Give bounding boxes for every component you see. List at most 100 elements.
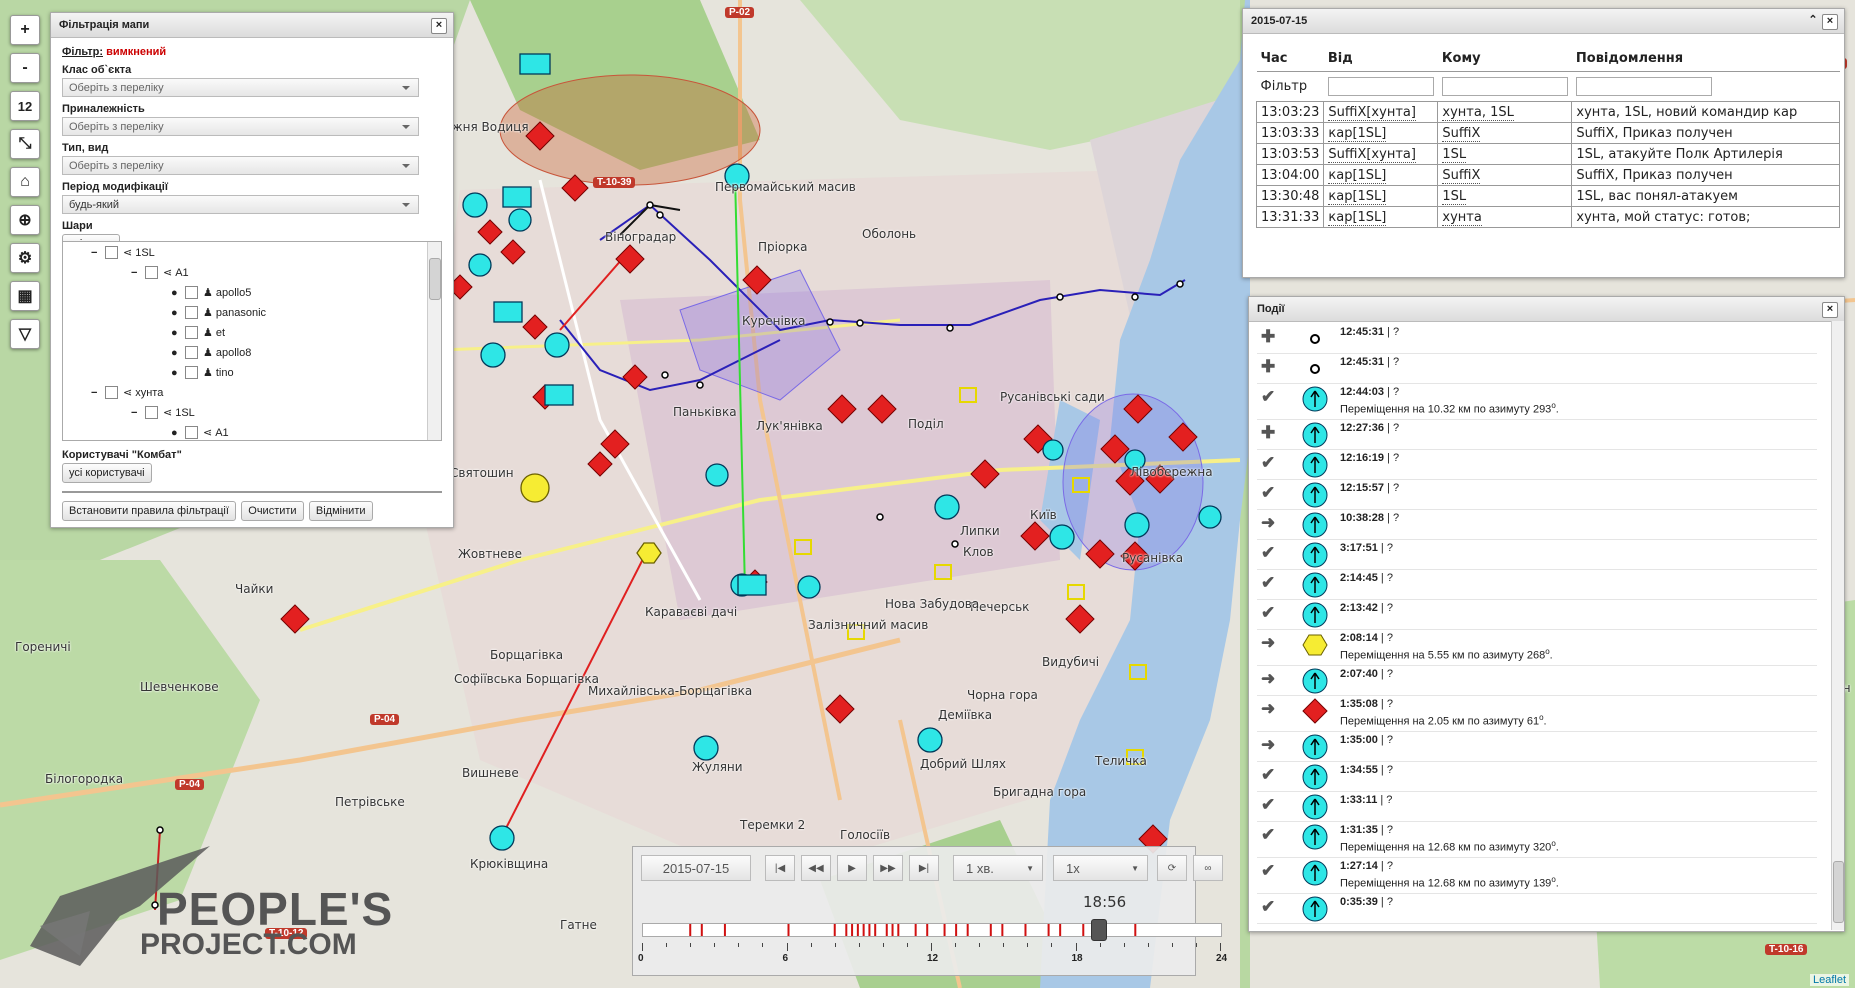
event-row[interactable]: ➜ 10:38:28 | ? <box>1257 509 1817 540</box>
fullscreen-button[interactable]: ⤡ <box>10 129 40 159</box>
event-row[interactable]: ✔ 3:17:51 | ? <box>1257 539 1817 570</box>
event-row[interactable]: ➜ 1:35:00 | ? <box>1257 731 1817 762</box>
zoom-out-button[interactable]: - <box>10 53 40 83</box>
plus-icon[interactable]: ✚ <box>1261 357 1275 377</box>
collapse-button[interactable]: ⌃ <box>1806 14 1820 28</box>
message-to[interactable]: 1SL <box>1442 146 1467 163</box>
event-row[interactable]: ✔ 1:33:11 | ? <box>1257 791 1817 822</box>
class-select[interactable]: Оберіть з переліку <box>62 78 419 97</box>
message-to[interactable]: 1SL <box>1442 188 1467 205</box>
tree-node[interactable]: − ⋖ хунта <box>91 386 163 399</box>
bullet-icon[interactable]: ● <box>171 427 181 439</box>
message-from[interactable]: кар[1SL] <box>1328 125 1387 142</box>
message-row[interactable]: 13:04:00 кар[1SL] SuffiX SuffiX, Приказ пол… <box>1255 164 1841 186</box>
check-icon[interactable]: ✔ <box>1261 825 1275 845</box>
check-icon[interactable]: ✔ <box>1261 483 1275 503</box>
unit-symbol-icon[interactable] <box>1301 451 1329 479</box>
bullet-icon[interactable]: ● <box>171 367 181 379</box>
messages-panel-close-button[interactable]: × <box>1822 14 1838 30</box>
timeline-slider-handle[interactable] <box>1090 919 1107 941</box>
event-row[interactable]: ➜ 1:35:08 | ? Переміщення на 2.05 км по ази… <box>1257 695 1817 732</box>
arrow-right-icon[interactable]: ➜ <box>1261 669 1275 689</box>
message-row[interactable]: 13:03:33 кар[1SL] SuffiX SuffiX, Приказ пол… <box>1255 122 1841 144</box>
leaflet-attribution[interactable]: Leaflet <box>1809 974 1849 986</box>
event-row[interactable]: ✔ 1:27:14 | ? Переміщення на 12.68 км по аз… <box>1257 857 1817 894</box>
event-row[interactable]: ✚ 12:27:36 | ? <box>1257 419 1817 450</box>
unit-symbol-icon[interactable] <box>1301 697 1329 725</box>
tree-node[interactable]: ● ♟ et <box>171 326 225 339</box>
tree-checkbox[interactable] <box>185 426 198 439</box>
message-row[interactable]: 13:03:53 SuffiX[хунта] 1SL 1SL, атакуйте По… <box>1255 143 1841 165</box>
message-to[interactable]: SuffiX <box>1442 125 1481 142</box>
go-end-button[interactable]: ▶| <box>909 855 939 881</box>
col-message[interactable]: Повідомлення <box>1571 45 1840 72</box>
tree-checkbox[interactable] <box>105 246 118 259</box>
plus-icon[interactable]: ✚ <box>1261 327 1275 347</box>
unit-symbol-icon[interactable] <box>1301 481 1329 509</box>
link-button[interactable]: ∞ <box>1193 855 1223 881</box>
message-from[interactable]: SuffiX[хунта] <box>1328 104 1416 121</box>
tree-checkbox[interactable] <box>185 346 198 359</box>
collapse-icon[interactable]: − <box>91 247 101 259</box>
arrow-right-icon[interactable]: ➜ <box>1261 513 1275 533</box>
tree-node[interactable]: ● ♟ panasonic <box>171 306 266 319</box>
cancel-filter-button[interactable]: Відмінити <box>308 501 373 521</box>
locate-button[interactable]: ⊕ <box>10 205 40 235</box>
zoom-level-button[interactable]: 12 <box>10 91 40 121</box>
tree-checkbox[interactable] <box>185 306 198 319</box>
check-icon[interactable]: ✔ <box>1261 543 1275 563</box>
col-from[interactable]: Від <box>1323 45 1438 72</box>
plus-icon[interactable]: ✚ <box>1261 423 1275 443</box>
event-row[interactable]: ✔ 1:31:35 | ? Переміщення на 12.68 км по аз… <box>1257 821 1817 858</box>
home-button[interactable]: ⌂ <box>10 167 40 197</box>
bullet-icon[interactable]: ● <box>171 347 181 359</box>
settings-button[interactable]: ⚙ <box>10 243 40 273</box>
tree-node[interactable]: ● ♟ apollo5 <box>171 286 251 299</box>
event-row[interactable]: ✔ 2:14:45 | ? <box>1257 569 1817 600</box>
tree-checkbox[interactable] <box>145 266 158 279</box>
message-from[interactable]: кар[1SL] <box>1328 209 1387 226</box>
tree-node[interactable]: − ⋖ A1 <box>131 266 189 279</box>
collapse-icon[interactable]: − <box>131 407 141 419</box>
unit-symbol-icon[interactable] <box>1301 325 1329 353</box>
step-select[interactable]: 1 хв. ▼ <box>953 855 1043 881</box>
timeline-track[interactable] <box>642 923 1222 937</box>
event-row[interactable]: ✔ 12:15:57 | ? <box>1257 479 1817 510</box>
message-row[interactable]: 13:31:33 кар[1SL] хунта хунта, мой статус: … <box>1255 206 1841 228</box>
tree-node[interactable]: − ⋖ 1SL <box>131 406 195 419</box>
unit-symbol-icon[interactable] <box>1301 511 1329 539</box>
unit-symbol-icon[interactable] <box>1301 541 1329 569</box>
col-time[interactable]: Час <box>1256 45 1324 72</box>
message-filter-input[interactable] <box>1575 77 1712 96</box>
tree-node[interactable]: − ⋖ 1SL <box>91 246 155 259</box>
refresh-button[interactable]: ⟳ <box>1157 855 1187 881</box>
speed-select[interactable]: 1x ▼ <box>1053 855 1148 881</box>
message-row[interactable]: 13:03:23 SuffiX[хунта] хунта, 1SL хунта, 1S… <box>1255 101 1841 123</box>
check-icon[interactable]: ✔ <box>1261 453 1275 473</box>
tree-node[interactable]: ● ♟ tino <box>171 366 234 379</box>
step-back-button[interactable]: ◀◀ <box>801 855 831 881</box>
unit-symbol-icon[interactable] <box>1301 421 1329 449</box>
tree-scroll-thumb[interactable] <box>429 258 441 300</box>
events-scrollbar[interactable] <box>1831 321 1844 930</box>
message-to[interactable]: хунта <box>1442 209 1482 226</box>
apply-filter-button[interactable]: Встановити правила фільтрації <box>62 501 236 521</box>
tree-checkbox[interactable] <box>145 406 158 419</box>
tree-checkbox[interactable] <box>185 286 198 299</box>
message-row[interactable]: 13:30:48 кар[1SL] 1SL 1SL, вас понял-атакуе… <box>1255 185 1841 207</box>
to-filter-input[interactable] <box>1441 77 1568 96</box>
unit-symbol-icon[interactable] <box>1301 601 1329 629</box>
layers-tree[interactable]: − ⋖ 1SL − ⋖ A1 ● ♟ apollo5 ● ♟ panasonic ● ♟ et ● ♟ apoll… <box>62 241 442 441</box>
unit-symbol-icon[interactable] <box>1301 895 1329 923</box>
bullet-icon[interactable]: ● <box>171 307 181 319</box>
check-icon[interactable]: ✔ <box>1261 795 1275 815</box>
event-row[interactable]: ✚ 12:45:31 | ? <box>1257 323 1817 354</box>
unit-symbol-icon[interactable] <box>1301 793 1329 821</box>
unit-symbol-icon[interactable] <box>1301 823 1329 851</box>
arrow-right-icon[interactable]: ➜ <box>1261 699 1275 719</box>
type-select[interactable]: Оберіть з переліку <box>62 156 419 175</box>
arrow-right-icon[interactable]: ➜ <box>1261 633 1275 653</box>
message-to[interactable]: SuffiX <box>1442 167 1481 184</box>
zoom-in-button[interactable]: + <box>10 15 40 45</box>
col-to[interactable]: Кому <box>1437 45 1572 72</box>
